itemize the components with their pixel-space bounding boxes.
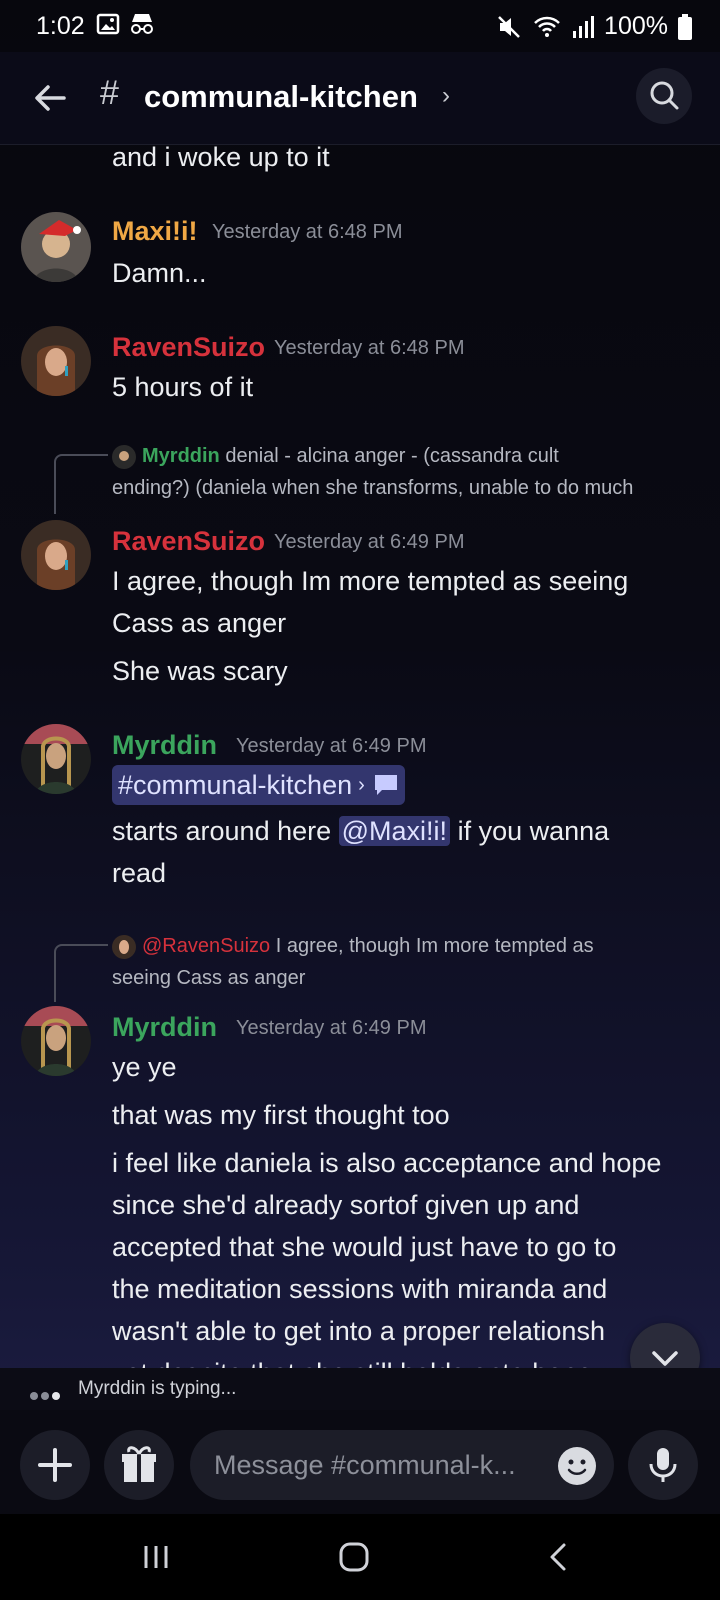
avatar-ravensuizo[interactable] bbox=[21, 326, 91, 396]
reply-avatar-ravensuizo bbox=[112, 934, 136, 959]
message-input[interactable]: Message #communal-k... bbox=[190, 1430, 614, 1500]
recent-apps-icon[interactable] bbox=[138, 1540, 174, 1574]
channel-hash-icon: # bbox=[100, 74, 119, 112]
voice-message-button[interactable] bbox=[628, 1430, 698, 1500]
author-myrddin[interactable]: Myrddin bbox=[112, 1012, 217, 1043]
timestamp: Yesterday at 6:49 PM bbox=[274, 531, 465, 553]
channel-link-label: #communal-kitchen bbox=[118, 769, 353, 800]
user-mention[interactable]: @Maxi!i! bbox=[338, 816, 451, 846]
channel-title[interactable]: communal-kitchen bbox=[144, 79, 418, 115]
message-composer: Message #communal-k... bbox=[0, 1410, 720, 1514]
message-text: Cass as anger bbox=[112, 608, 287, 638]
author-ravensuizo[interactable]: RavenSuizo bbox=[112, 332, 265, 363]
message-text: I agree, though Im more tempted as seein… bbox=[112, 566, 629, 596]
reply-connector bbox=[54, 454, 108, 514]
timestamp: Yesterday at 6:48 PM bbox=[212, 221, 403, 243]
home-icon[interactable] bbox=[336, 1539, 372, 1575]
chat-bubble-icon bbox=[374, 775, 397, 795]
reply-connector bbox=[54, 944, 108, 1002]
timestamp: Yesterday at 6:49 PM bbox=[236, 1017, 427, 1039]
message-text: the meditation sessions with miranda and bbox=[112, 1274, 608, 1304]
message-text: i feel like daniela is also acceptance a… bbox=[112, 1148, 662, 1178]
avatar-maxi[interactable] bbox=[21, 212, 91, 282]
gallery-icon bbox=[96, 13, 120, 35]
wifi-icon bbox=[534, 16, 560, 37]
status-system-icons: 100% bbox=[496, 12, 692, 41]
microphone-icon bbox=[649, 1448, 677, 1482]
message-text-part: if you wanna bbox=[457, 816, 610, 846]
message-text: starts around here @Maxi!i! if you wanna bbox=[112, 816, 609, 847]
message-text: since she'd already sortof given up and bbox=[112, 1190, 580, 1220]
message-text: 5 hours of it bbox=[112, 372, 254, 402]
chevron-right-icon: › bbox=[358, 773, 365, 796]
signal-icon bbox=[573, 15, 595, 38]
typing-text: Myrddin is typing... bbox=[78, 1378, 237, 1399]
reply-text-line2: seeing Cass as anger bbox=[112, 967, 306, 989]
plus-icon bbox=[38, 1448, 72, 1482]
message-text: ye ye bbox=[112, 1052, 177, 1082]
status-time: 1:02 bbox=[36, 12, 85, 40]
reply-preview[interactable]: @RavenSuizo I agree, though Im more temp… bbox=[112, 930, 692, 994]
emoji-button[interactable] bbox=[558, 1447, 596, 1485]
avatar-myrddin[interactable] bbox=[21, 724, 91, 794]
author-ravensuizo[interactable]: RavenSuizo bbox=[112, 526, 265, 557]
timestamp: Yesterday at 6:49 PM bbox=[236, 735, 427, 757]
avatar-ravensuizo[interactable] bbox=[21, 520, 91, 590]
channel-link[interactable]: #communal-kitchen › bbox=[112, 765, 405, 805]
smiley-icon bbox=[567, 1459, 587, 1475]
battery-icon bbox=[678, 13, 692, 40]
reply-text-line1: I agree, though Im more tempted as bbox=[275, 935, 594, 957]
back-arrow-icon[interactable] bbox=[28, 76, 72, 120]
system-navigation-bar bbox=[0, 1514, 720, 1600]
author-maxi[interactable]: Maxi!i! bbox=[112, 216, 198, 247]
incognito-icon bbox=[131, 14, 153, 34]
avatar-myrddin[interactable] bbox=[21, 1006, 91, 1076]
typing-indicator: Myrddin is typing... bbox=[0, 1368, 720, 1410]
message-input-placeholder: Message #communal-k... bbox=[214, 1450, 516, 1480]
reply-avatar-myrddin bbox=[112, 444, 136, 469]
reply-mention: @RavenSuizo bbox=[142, 935, 271, 957]
battery-percent: 100% bbox=[604, 12, 668, 40]
add-attachment-button[interactable] bbox=[20, 1430, 90, 1500]
message-continuation: and i woke up to it bbox=[112, 144, 330, 172]
chevron-right-icon[interactable]: › bbox=[442, 82, 450, 110]
channel-header: # communal-kitchen › bbox=[0, 52, 720, 145]
reply-preview[interactable]: Myrddin denial - alcina anger - (cassand… bbox=[112, 440, 692, 504]
gift-icon bbox=[122, 1446, 156, 1482]
typing-dots-icon bbox=[30, 1384, 63, 1406]
mute-icon bbox=[498, 15, 520, 38]
search-button[interactable] bbox=[636, 68, 692, 124]
status-notification-icons bbox=[96, 12, 156, 36]
timestamp: Yesterday at 6:48 PM bbox=[274, 337, 465, 359]
gift-button[interactable] bbox=[104, 1430, 174, 1500]
status-bar: 1:02 100% bbox=[0, 0, 720, 52]
search-icon bbox=[650, 81, 679, 110]
message-text: She was scary bbox=[112, 656, 288, 686]
message-text-part: starts around here bbox=[112, 816, 332, 846]
message-list[interactable]: and i woke up to it Maxi!i! Yesterday at… bbox=[0, 144, 720, 1394]
author-myrddin[interactable]: Myrddin bbox=[112, 730, 217, 761]
message-text: accepted that she would just have to go … bbox=[112, 1232, 617, 1262]
reply-text-line1: denial - alcina anger - (cassandra cult bbox=[225, 445, 559, 467]
message-text: Damn... bbox=[112, 258, 207, 288]
message-text: wasn't able to get into a proper relatio… bbox=[112, 1316, 605, 1346]
reply-author: Myrddin bbox=[142, 445, 220, 467]
message-text: read bbox=[112, 858, 167, 888]
message-text: that was my first thought too bbox=[112, 1100, 450, 1130]
back-nav-icon[interactable] bbox=[542, 1540, 578, 1574]
reply-text-line2: ending?) (daniela when she transforms, u… bbox=[112, 477, 634, 499]
